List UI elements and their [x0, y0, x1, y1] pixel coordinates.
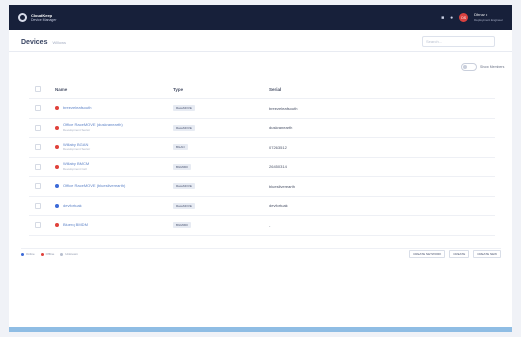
device-name-link[interactable]: Office RaceMOVE (bluesilverearth) — [63, 183, 125, 189]
avatar[interactable]: DS — [459, 13, 469, 22]
row-checkbox[interactable] — [35, 202, 41, 209]
status-dot-icon — [55, 184, 59, 189]
table-row[interactable]: Willaby BGAN Development Sector BGAN 072635… — [29, 138, 495, 158]
device-type-badge: RaceMOVE — [173, 183, 195, 190]
page-title: Devices — [21, 39, 48, 46]
legend-label: Unknown — [65, 252, 78, 256]
page-header: Devices Willows — [21, 39, 66, 46]
device-name-link[interactable]: devfortuak — [63, 203, 82, 209]
legend-item: Offline — [40, 252, 55, 256]
app-logo[interactable]: CloudKeep Device Manager — [18, 13, 56, 23]
device-type-badge: BGAN — [173, 144, 188, 151]
legend-item: Unknown — [60, 252, 78, 256]
table-row[interactable]: Willaby BMCM Development Cell BGM300 264503… — [29, 158, 495, 177]
footer-action-button[interactable]: CREATE — [449, 250, 470, 258]
device-group: Development Cell — [63, 166, 87, 171]
table-row[interactable]: Office RaceMOVE (bluesilverearth) RaceMOV… — [29, 177, 495, 197]
device-type-badge: BGM300 — [173, 163, 191, 170]
device-serial: - — [269, 222, 271, 228]
search-input[interactable] — [422, 36, 495, 47]
table-body: breezeleafsouth RaceMOVE breezeleafsouth Of… — [29, 99, 495, 236]
legend-label: Offline — [45, 252, 55, 256]
top-right-controls: ■ ● DS Dhruv • Deployment Engineer — [441, 12, 503, 22]
device-serial: bluesilverearth — [269, 183, 296, 189]
device-group: Development Sector — [63, 127, 91, 132]
toggle-label: Show Members — [480, 65, 505, 69]
device-group: Development Sector — [63, 147, 91, 152]
serial-column-header[interactable]: Serial — [269, 87, 495, 92]
status-dot-icon — [55, 106, 59, 111]
status-dot-icon — [55, 145, 59, 150]
status-dot-icon — [55, 164, 59, 169]
device-type-badge: BGM300 — [173, 222, 191, 229]
status-dot-icon — [55, 125, 59, 130]
device-serial: 07263512 — [269, 144, 287, 150]
logo-text: CloudKeep Device Manager — [31, 13, 56, 23]
row-checkbox[interactable] — [35, 222, 41, 229]
row-checkbox[interactable] — [35, 124, 41, 131]
user-role: Deployment Engineer — [474, 17, 503, 22]
status-dot-icon — [55, 223, 59, 228]
legend-dot-icon — [21, 252, 24, 256]
main-panel: Devices Willows Show Members Name Type S… — [9, 30, 512, 327]
legend-label: Online — [26, 252, 35, 256]
status-dot-icon — [55, 203, 59, 208]
table-row[interactable]: devfortuak RaceMOVE devfortuak — [29, 197, 495, 216]
table-row[interactable]: Bluerq BMDM BGM300 - — [29, 216, 495, 236]
select-all-checkbox[interactable] — [35, 86, 41, 92]
help-icon[interactable]: ● — [450, 15, 453, 21]
device-serial: devfortuak — [269, 203, 288, 209]
breadcrumb[interactable]: Willows — [52, 40, 66, 45]
row-checkbox[interactable] — [35, 105, 41, 112]
device-name-link[interactable]: breezeleafsouth — [63, 105, 91, 111]
footer-actions: CREATE NETWORK CREATE CREATE NEW — [409, 250, 501, 258]
logo-icon — [18, 13, 27, 22]
legend-dot-icon — [60, 252, 64, 256]
row-checkbox[interactable] — [35, 163, 41, 170]
device-serial: duskranearth — [269, 125, 293, 131]
name-column-header[interactable]: Name — [55, 87, 173, 92]
device-type-badge: RaceMOVE — [173, 124, 195, 131]
legend-item: Online — [21, 252, 35, 256]
table-row[interactable]: breezeleafsouth RaceMOVE breezeleafsouth — [29, 99, 495, 119]
footer-action-button[interactable]: CREATE NEW — [473, 250, 501, 258]
user-menu[interactable]: Dhruv • Deployment Engineer — [474, 12, 503, 22]
device-name-link[interactable]: Bluerq BMDM — [63, 222, 88, 228]
show-members-toggle[interactable] — [461, 63, 477, 71]
top-bar: CloudKeep Device Manager ■ ● DS Dhruv • … — [9, 5, 512, 30]
type-column-header[interactable]: Type — [173, 87, 269, 92]
devices-table: Name Type Serial breezeleafsouth RaceMOVE… — [29, 80, 495, 236]
show-members-toggle-group: Show Members — [461, 63, 504, 71]
row-checkbox[interactable] — [35, 183, 41, 190]
table-footer: Online Offline Unknown CREATE NETWORK CREAT… — [21, 248, 501, 258]
device-type-badge: RaceMOVE — [173, 105, 195, 112]
device-serial: breezeleafsouth — [269, 105, 298, 111]
row-checkbox[interactable] — [35, 144, 41, 151]
header-divider — [9, 51, 512, 52]
table-row[interactable]: Office RaceMOVE (duskranearth) Developmen… — [29, 119, 495, 138]
app-subtitle: Device Manager — [31, 17, 57, 22]
panel-bottom-bar — [9, 327, 512, 332]
status-legend: Online Offline Unknown — [21, 252, 78, 256]
notifications-icon[interactable]: ■ — [441, 15, 444, 21]
device-serial: 26450314 — [269, 164, 287, 170]
legend-dot-icon — [40, 252, 44, 256]
table-header: Name Type Serial — [29, 80, 495, 99]
footer-action-button[interactable]: CREATE NETWORK — [409, 250, 446, 258]
device-type-badge: RaceMOVE — [173, 202, 195, 209]
